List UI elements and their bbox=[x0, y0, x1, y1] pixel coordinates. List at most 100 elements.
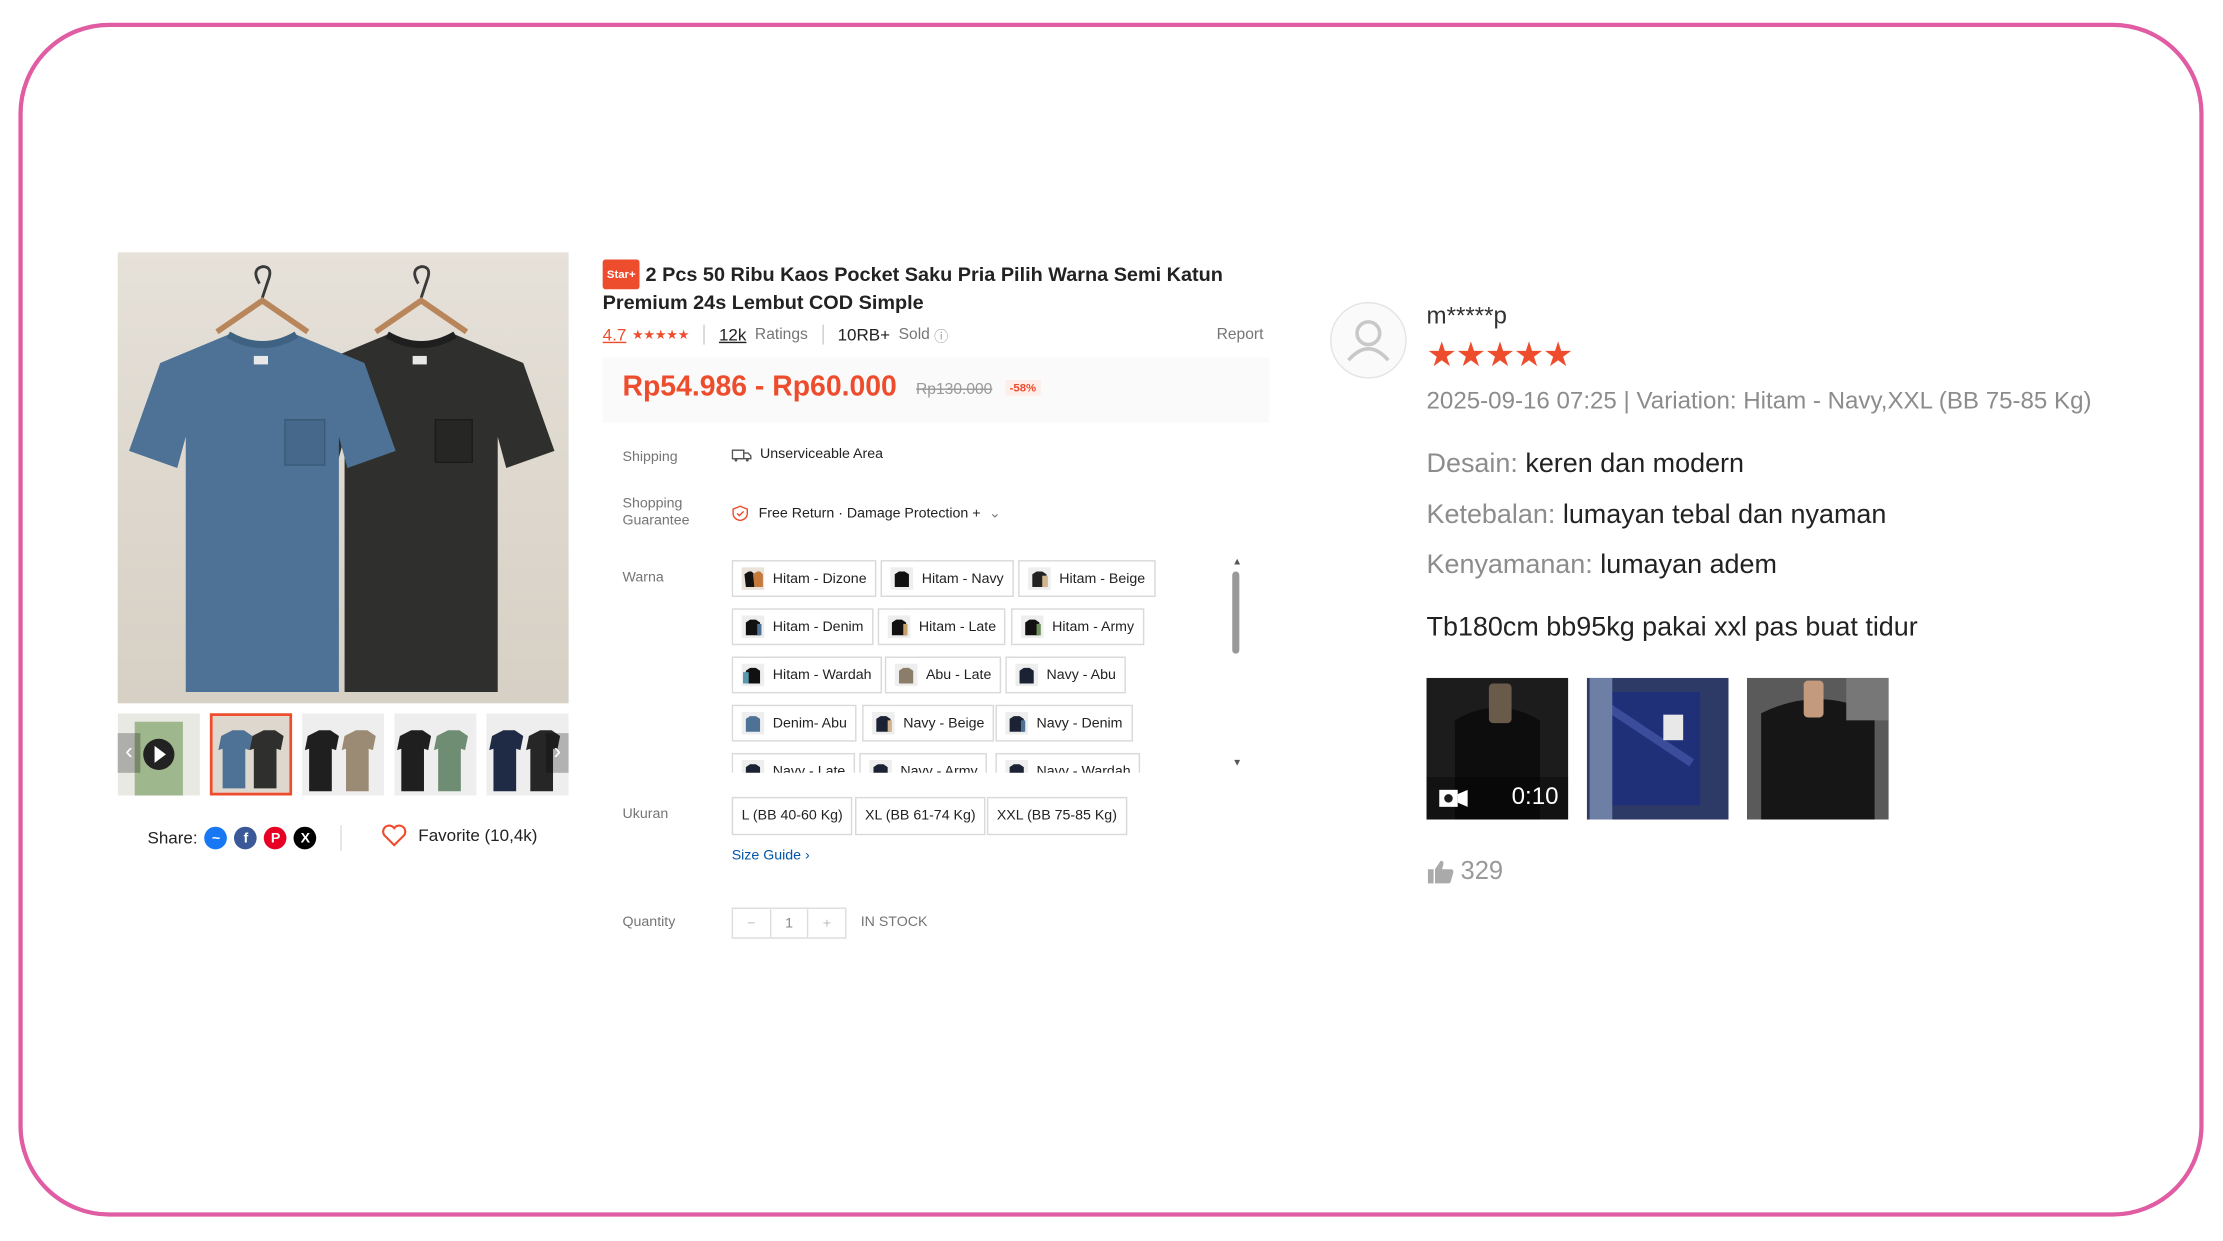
scroll-down-icon[interactable]: ▼ bbox=[1232, 759, 1242, 769]
size-option[interactable]: XL (BB 61-74 Kg) bbox=[855, 796, 986, 836]
thumbs-up-icon bbox=[1427, 860, 1454, 883]
review-text: Tb180cm bb95kg pakai xxl pas buat tidur bbox=[1426, 612, 1918, 643]
product-main-image[interactable] bbox=[117, 252, 569, 704]
variant-option[interactable]: Navy - Abu bbox=[1005, 656, 1126, 694]
reviewer-name: m*****p bbox=[1426, 302, 1507, 329]
variant-option[interactable]: Hitam - Wardah bbox=[731, 656, 882, 694]
variant-option[interactable]: Navy - Late bbox=[731, 752, 856, 773]
shirt-thumbnail-icon bbox=[1005, 711, 1029, 735]
increase-button[interactable]: + bbox=[807, 908, 845, 938]
sold-label: Sold bbox=[898, 326, 930, 344]
variant-option[interactable]: Hitam - Navy bbox=[880, 560, 1014, 597]
like-count: 329 bbox=[1460, 856, 1504, 885]
product-title: Star+ 2 Pcs 50 Ribu Kaos Pocket Saku Pria… bbox=[602, 259, 1227, 316]
variant-label: Hitam - Dizone bbox=[772, 570, 867, 587]
shirt-thumbnail-icon bbox=[894, 663, 918, 687]
quantity-label: Quantity bbox=[622, 914, 676, 931]
desain-value: keren dan modern bbox=[1525, 449, 1745, 480]
review-ketebalan: Ketebalan: lumayan tebal dan nyaman bbox=[1427, 501, 1887, 532]
variant-option[interactable]: Navy - Beige bbox=[862, 704, 995, 742]
variant-option[interactable]: Navy - Denim bbox=[995, 704, 1133, 742]
help-icon[interactable]: ⓘ bbox=[934, 324, 948, 346]
sold-count: 10RB+ bbox=[837, 324, 891, 345]
shirt-thumbnail-icon bbox=[1015, 663, 1038, 687]
guarantee-value[interactable]: Free Return · Damage Protection + ⌄ bbox=[732, 505, 1001, 522]
variant-option[interactable]: Denim- Abu bbox=[731, 704, 857, 742]
variant-option[interactable]: Hitam - Late bbox=[877, 608, 1007, 646]
variant-scrollbar[interactable]: ▲ ▼ bbox=[1231, 557, 1242, 773]
truck-icon bbox=[731, 448, 752, 461]
scroll-up-icon[interactable]: ▲ bbox=[1232, 557, 1242, 567]
sold-separator bbox=[821, 324, 824, 345]
original-price: Rp130.000 bbox=[916, 381, 993, 399]
variant-label: Navy - Beige bbox=[903, 715, 985, 731]
stock-status: IN STOCK bbox=[860, 914, 928, 931]
gallery-next-arrow[interactable]: › bbox=[545, 733, 569, 773]
user-icon bbox=[1347, 320, 1390, 362]
variant-option[interactable]: Abu - Late bbox=[884, 656, 1002, 694]
kenyamanan-label: Kenyamanan: bbox=[1426, 550, 1593, 580]
shipping-label: Shipping bbox=[622, 449, 678, 466]
like-button[interactable]: 329 bbox=[1427, 856, 1504, 886]
guarantee-value-text: Free Return · Damage Protection + bbox=[758, 505, 981, 522]
variant-option[interactable]: Hitam - Dizone bbox=[731, 560, 877, 597]
variant-label: Navy - Abu bbox=[1046, 667, 1116, 683]
variant-label: Denim- Abu bbox=[772, 715, 847, 731]
variant-label: Abu - Late bbox=[925, 667, 992, 683]
shirt-thumbnail-icon bbox=[741, 663, 765, 687]
price-range: Rp54.986 - Rp60.000 bbox=[622, 371, 897, 403]
quantity-stepper: − 1 + bbox=[731, 907, 847, 939]
review-meta: 2025-09-16 07:25 | Variation: Hitam - Na… bbox=[1426, 387, 2092, 415]
size-option[interactable]: L (BB 40-60 Kg) bbox=[731, 796, 853, 836]
ukuran-label: Ukuran bbox=[622, 806, 669, 823]
chevron-right-icon: › bbox=[805, 847, 810, 864]
rating-value[interactable]: 4.7 bbox=[603, 325, 627, 345]
thumbnail-black-beige[interactable] bbox=[302, 713, 385, 796]
desain-label: Desain: bbox=[1426, 449, 1518, 480]
thumbnail-blue-black[interactable] bbox=[209, 713, 293, 796]
product-title-text: 2 Pcs 50 Ribu Kaos Pocket Saku Pria Pili… bbox=[602, 262, 1223, 314]
variant-label: Navy - Army bbox=[900, 763, 978, 773]
shirt-thumbnail-icon bbox=[741, 711, 765, 735]
ratings-label: Ratings bbox=[754, 326, 808, 344]
ratings-count[interactable]: 12k bbox=[719, 325, 746, 345]
shirt-thumbnail-icon bbox=[890, 567, 914, 590]
decrease-button[interactable]: − bbox=[733, 909, 769, 937]
scrollbar-thumb[interactable] bbox=[1232, 571, 1240, 654]
facebook-icon[interactable]: f bbox=[234, 826, 258, 850]
thumbnail-black-army[interactable] bbox=[394, 713, 477, 796]
size-option[interactable]: XXL (BB 75-85 Kg) bbox=[986, 796, 1127, 836]
review-video[interactable]: 0:10 bbox=[1426, 677, 1569, 820]
thumbnail-strip: ‹ › bbox=[117, 713, 569, 796]
variant-option[interactable]: Hitam - Denim bbox=[731, 608, 874, 646]
shirt-thumbnail-icon bbox=[1020, 615, 1044, 639]
favorite-label: Favorite (10,4k) bbox=[418, 825, 538, 846]
variant-option[interactable]: Navy - Army bbox=[859, 752, 988, 773]
variant-list: Hitam - Dizone Hitam - Navy Hitam - Beig… bbox=[731, 557, 1228, 773]
star-plus-badge: Star+ bbox=[602, 259, 640, 290]
favorite-button[interactable]: Favorite (10,4k) bbox=[381, 824, 537, 847]
shirt-thumbnail-icon bbox=[741, 760, 765, 773]
rating-separator bbox=[703, 324, 705, 345]
variant-option[interactable]: Hitam - Beige bbox=[1018, 560, 1156, 597]
shirt-thumbnail-icon bbox=[741, 615, 765, 639]
quantity-value[interactable]: 1 bbox=[769, 908, 808, 938]
shirt-thumbnail-icon bbox=[887, 615, 911, 639]
size-guide-link[interactable]: Size Guide › bbox=[732, 848, 810, 864]
review-photo[interactable] bbox=[1746, 677, 1889, 820]
x-icon[interactable]: X bbox=[294, 826, 317, 850]
messenger-icon[interactable]: ~ bbox=[204, 826, 228, 850]
review-stars-icon: ★★★★★ bbox=[1426, 336, 1574, 375]
share-divider bbox=[340, 825, 342, 851]
review-photo[interactable] bbox=[1586, 677, 1729, 820]
report-link[interactable]: Report bbox=[1217, 326, 1264, 343]
gallery-prev-arrow[interactable]: ‹ bbox=[117, 733, 141, 773]
review-kenyamanan: Kenyamanan: lumayan adem bbox=[1427, 550, 1777, 581]
share-label: Share: bbox=[147, 828, 198, 848]
variant-option[interactable]: Navy - Wardah bbox=[995, 752, 1141, 773]
variant-option[interactable]: Hitam - Army bbox=[1011, 608, 1145, 646]
price-box: Rp54.986 - Rp60.000 Rp130.000 -58% bbox=[602, 357, 1270, 423]
pinterest-icon[interactable]: P bbox=[264, 826, 287, 850]
size-guide-label: Size Guide bbox=[731, 847, 802, 864]
shipping-value-text: Unserviceable Area bbox=[760, 446, 884, 463]
